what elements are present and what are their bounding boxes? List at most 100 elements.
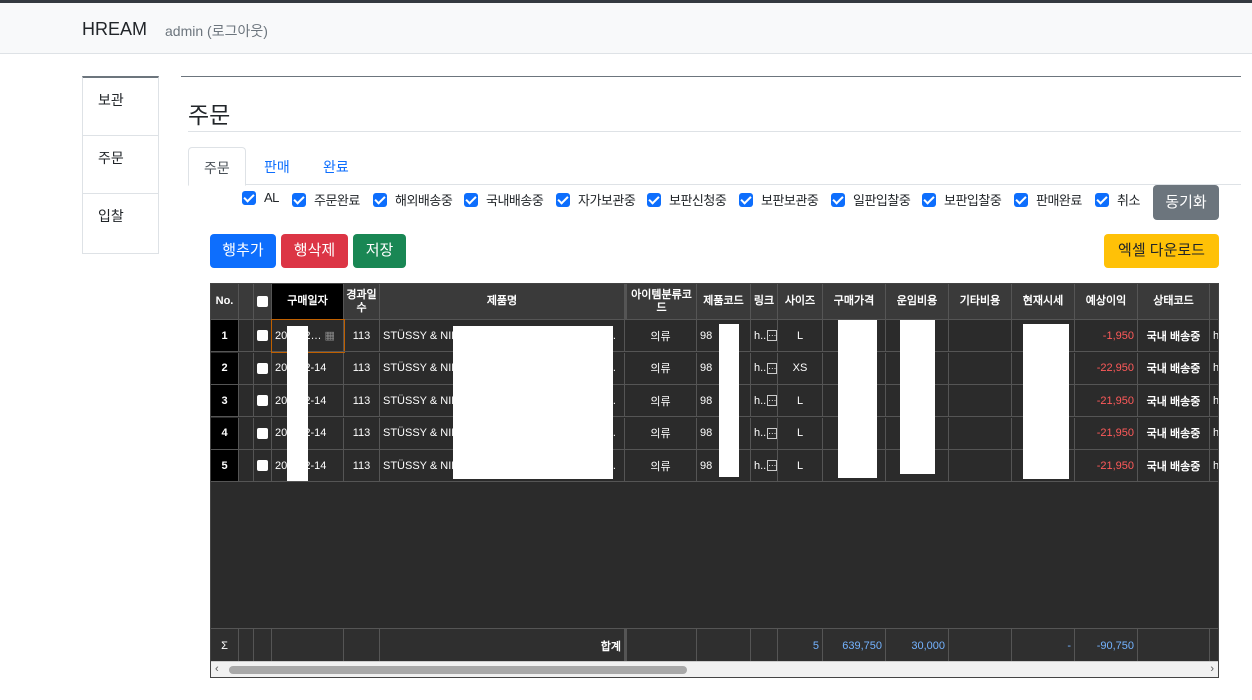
delete-row-button[interactable]: 행삭제 bbox=[281, 234, 348, 268]
filter-storage-sale-request[interactable]: 보판신청중 bbox=[647, 190, 727, 209]
filter-cancel[interactable]: 취소 bbox=[1095, 190, 1140, 209]
scrollbar-thumb[interactable] bbox=[229, 666, 687, 674]
row-checkbox[interactable] bbox=[257, 395, 268, 406]
status-code-cell[interactable]: 국내 배송중 bbox=[1138, 352, 1210, 385]
overflow-cell[interactable]: h bbox=[1210, 450, 1218, 482]
tab-sales[interactable]: 판매 bbox=[249, 147, 305, 185]
elapsed-days-cell[interactable]: 113 bbox=[344, 417, 380, 450]
status-code-cell[interactable]: 국내 배송중 bbox=[1138, 450, 1210, 482]
overflow-cell[interactable]: h bbox=[1210, 353, 1218, 385]
checkbox-checked-icon[interactable] bbox=[556, 192, 570, 207]
tab-complete[interactable]: 완료 bbox=[308, 147, 364, 185]
checkbox-checked-icon[interactable] bbox=[373, 192, 387, 207]
row-number[interactable]: 2 bbox=[211, 352, 239, 385]
row-checkbox[interactable] bbox=[257, 460, 268, 471]
category-cell[interactable]: 의류 bbox=[625, 385, 697, 417]
horizontal-scrollbar[interactable]: ‹ › bbox=[211, 661, 1218, 677]
save-button[interactable]: 저장 bbox=[353, 234, 406, 268]
col-header-status-code[interactable]: 상태코드 bbox=[1138, 284, 1210, 320]
overflow-cell[interactable]: h bbox=[1210, 385, 1218, 417]
sync-button[interactable]: 동기화 bbox=[1153, 185, 1219, 220]
sidebar-item-bids[interactable]: 입찰 bbox=[83, 194, 158, 252]
col-header-product-code[interactable]: 제품코드 bbox=[697, 284, 751, 320]
other-cost-cell[interactable] bbox=[949, 417, 1012, 450]
sidebar-item-orders[interactable]: 주문 bbox=[83, 136, 158, 194]
link-edit-icon[interactable]: ⋯ bbox=[767, 427, 777, 439]
filter-all[interactable]: AL bbox=[242, 190, 279, 205]
filter-storage-bidding[interactable]: 보판입찰중 bbox=[922, 190, 1002, 209]
other-cost-cell[interactable] bbox=[949, 352, 1012, 385]
col-header-select-all[interactable] bbox=[254, 284, 272, 320]
overflow-cell[interactable]: h bbox=[1210, 320, 1218, 352]
row-number[interactable]: 1 bbox=[211, 320, 239, 352]
row-checkbox-cell[interactable] bbox=[254, 450, 272, 482]
row-spacer[interactable] bbox=[239, 352, 254, 385]
row-number[interactable]: 5 bbox=[211, 450, 239, 482]
filter-domestic-shipping[interactable]: 국내배송중 bbox=[464, 190, 544, 209]
add-row-button[interactable]: 행추가 bbox=[210, 234, 276, 268]
other-cost-cell[interactable] bbox=[949, 320, 1012, 352]
row-checkbox[interactable] bbox=[257, 362, 268, 374]
col-header-size[interactable]: 사이즈 bbox=[778, 284, 823, 320]
excel-download-button[interactable]: 엑셀 다운로드 bbox=[1104, 234, 1219, 268]
link-cell[interactable]: h.. ⋯ bbox=[751, 385, 778, 417]
purchase-date-cell[interactable]: 20…02-14 bbox=[272, 385, 344, 417]
checkbox-checked-icon[interactable] bbox=[1014, 192, 1028, 207]
link-cell[interactable]: h.. ⋯ bbox=[751, 417, 778, 450]
filter-self-storage[interactable]: 자가보관중 bbox=[556, 190, 636, 209]
col-header-product-name[interactable]: 제품명 bbox=[380, 284, 625, 320]
scroll-left-icon[interactable]: ‹ bbox=[215, 663, 219, 675]
col-header-other-cost[interactable]: 기타비용 bbox=[949, 284, 1012, 320]
expected-profit-cell[interactable]: -21,950 bbox=[1075, 417, 1138, 450]
size-cell[interactable]: L bbox=[778, 417, 823, 450]
category-cell[interactable]: 의류 bbox=[625, 450, 697, 482]
expected-profit-cell[interactable]: -22,950 bbox=[1075, 352, 1138, 385]
col-header-elapsed-days[interactable]: 경과일수 bbox=[344, 284, 380, 320]
scroll-right-icon[interactable]: › bbox=[1210, 663, 1214, 675]
row-checkbox[interactable] bbox=[257, 427, 268, 439]
purchase-date-cell[interactable]: 20…02-14 bbox=[272, 417, 344, 450]
filter-storage-sale-stored[interactable]: 보판보관중 bbox=[739, 190, 819, 209]
checkbox-checked-icon[interactable] bbox=[922, 192, 936, 207]
other-cost-cell[interactable] bbox=[949, 450, 1012, 482]
brand-logo[interactable]: HREAM bbox=[82, 19, 147, 40]
checkbox-checked-icon[interactable] bbox=[739, 192, 753, 207]
size-cell[interactable]: XS bbox=[778, 352, 823, 385]
checkbox-checked-icon[interactable] bbox=[1095, 192, 1109, 207]
select-all-checkbox[interactable] bbox=[257, 296, 268, 307]
row-spacer[interactable] bbox=[239, 385, 254, 417]
expected-profit-cell[interactable]: -21,950 bbox=[1075, 450, 1138, 482]
logout-link[interactable]: (로그아웃) bbox=[207, 23, 268, 39]
size-cell[interactable]: L bbox=[778, 385, 823, 417]
elapsed-days-cell[interactable]: 113 bbox=[344, 320, 380, 352]
row-number[interactable]: 3 bbox=[211, 385, 239, 417]
col-header-current-price[interactable]: 현재시세 bbox=[1012, 284, 1075, 320]
col-header-expected-profit[interactable]: 예상이익 bbox=[1075, 284, 1138, 320]
checkbox-checked-icon[interactable] bbox=[464, 192, 478, 207]
size-cell[interactable]: L bbox=[778, 320, 823, 352]
row-checkbox-cell[interactable] bbox=[254, 385, 272, 417]
size-cell[interactable]: L bbox=[778, 450, 823, 482]
row-spacer[interactable] bbox=[239, 320, 254, 352]
status-code-cell[interactable]: 국내 배송중 bbox=[1138, 320, 1210, 352]
link-edit-icon[interactable]: ⋯ bbox=[767, 362, 777, 374]
checkbox-checked-icon[interactable] bbox=[242, 190, 256, 205]
elapsed-days-cell[interactable]: 113 bbox=[344, 352, 380, 385]
category-cell[interactable]: 의류 bbox=[625, 320, 697, 352]
row-checkbox-cell[interactable] bbox=[254, 417, 272, 450]
status-code-cell[interactable]: 국내 배송중 bbox=[1138, 417, 1210, 450]
expected-profit-cell[interactable]: -1,950 bbox=[1075, 320, 1138, 352]
calendar-icon[interactable]: ▦ bbox=[324, 329, 334, 342]
link-edit-icon[interactable]: ⋯ bbox=[767, 330, 777, 341]
link-cell[interactable]: h.. ⋯ bbox=[751, 352, 778, 385]
row-spacer[interactable] bbox=[239, 450, 254, 482]
category-cell[interactable]: 의류 bbox=[625, 352, 697, 385]
checkbox-checked-icon[interactable] bbox=[647, 192, 661, 207]
col-header-category-code[interactable]: 아이템분류코드 bbox=[625, 284, 697, 320]
row-checkbox-cell[interactable] bbox=[254, 352, 272, 385]
row-checkbox[interactable] bbox=[257, 330, 268, 341]
col-header-no[interactable]: No. bbox=[211, 284, 239, 320]
filter-general-bidding[interactable]: 일판입찰중 bbox=[831, 190, 911, 209]
checkbox-checked-icon[interactable] bbox=[292, 192, 306, 207]
col-header-purchase-price[interactable]: 구매가격 bbox=[823, 284, 886, 320]
